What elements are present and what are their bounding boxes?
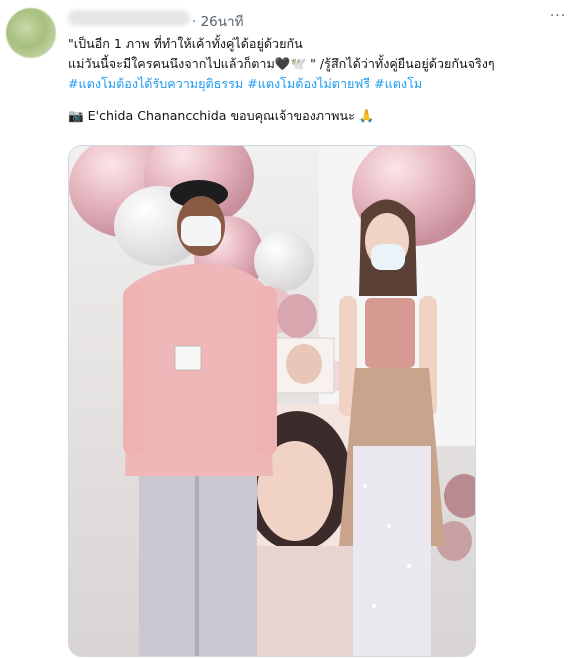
tweet-text-line: แม่วันนี้จะมีใครคนนึงจากไปแล้วก็ตาม🖤🕊️ "…: [68, 56, 495, 71]
avatar[interactable]: [6, 8, 56, 58]
hashtag-link[interactable]: #แตงโม: [374, 76, 422, 91]
tweet[interactable]: · 26นาที ··· "เป็นอีก 1 ภาพ ที่ทำให้เค้า…: [0, 0, 576, 658]
tweet-text-line: "เป็นอีก 1 ภาพ ที่ทำให้เค้าทั้งคู่ได้อยู…: [68, 36, 303, 51]
hashtag-link[interactable]: #แตงโม: [247, 76, 295, 91]
hashtag-link[interactable]: ต้องไม่ตายฟรี: [295, 76, 374, 91]
hashtag-link[interactable]: ต้องได้รับความยุติธรรม: [116, 76, 247, 91]
blurred-username[interactable]: [68, 10, 190, 26]
hashtags-line: #แตงโมต้องได้รับความยุติธรรม #แตงโมต้องไ…: [68, 74, 568, 94]
photo-credit-line: 📷 E'chida Chanancchida ขอบคุณเจ้าของภาพน…: [68, 108, 375, 123]
tweet-text: "เป็นอีก 1 ภาพ ที่ทำให้เค้าทั้งคู่ได้อยู…: [68, 34, 568, 126]
more-options-button[interactable]: ···: [548, 6, 568, 26]
photo-illustration: [69, 146, 475, 656]
tweet-photo[interactable]: [68, 145, 476, 657]
timestamp[interactable]: · 26นาที: [192, 10, 243, 32]
hashtag-link[interactable]: #แตงโม: [68, 76, 116, 91]
